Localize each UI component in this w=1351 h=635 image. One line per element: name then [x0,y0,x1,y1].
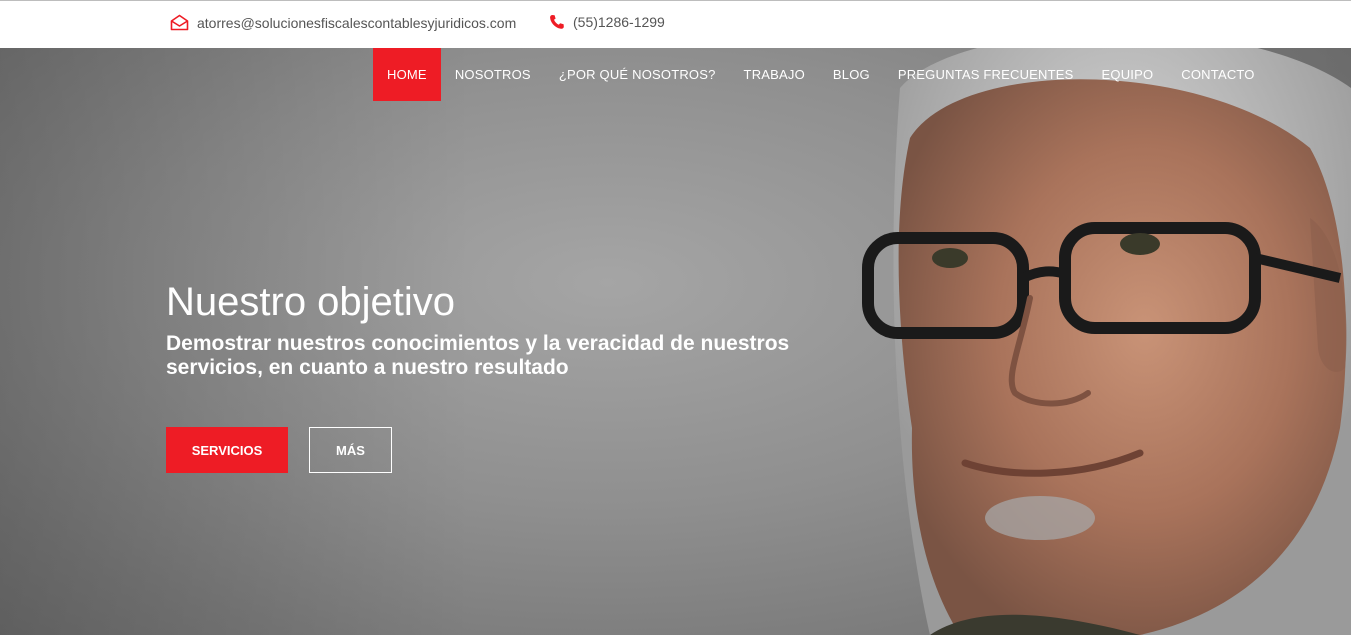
phone-icon [549,14,565,30]
nav-nosotros[interactable]: NOSOTROS [441,48,545,101]
nav-por-que-nosotros[interactable]: ¿POR QUÉ NOSOTROS? [545,48,730,101]
nav-equipo[interactable]: EQUIPO [1088,48,1168,101]
nav-home[interactable]: HOME [373,48,441,101]
hero-portrait-image [862,48,1351,635]
servicios-button[interactable]: SERVICIOS [166,427,288,473]
mas-button[interactable]: MÁS [309,427,392,473]
hero-subtitle: Demostrar nuestros conocimientos y la ve… [166,332,790,379]
hero-title: Nuestro objetivo [166,280,456,324]
nav-preguntas-frecuentes[interactable]: PREGUNTAS FRECUENTES [884,48,1088,101]
email-address[interactable]: atorres@solucionesfiscalescontablesyjuri… [197,15,516,31]
nav-blog[interactable]: BLOG [819,48,884,101]
main-navigation: HOME NOSOTROS ¿POR QUÉ NOSOTROS? TRABAJO… [373,48,1269,101]
email-contact[interactable]: atorres@solucionesfiscalescontablesyjuri… [170,14,516,31]
envelope-open-icon [170,14,189,31]
nav-contacto[interactable]: CONTACTO [1167,48,1268,101]
hero-banner: HOME NOSOTROS ¿POR QUÉ NOSOTROS? TRABAJO… [0,48,1351,635]
nav-trabajo[interactable]: TRABAJO [730,48,819,101]
top-contact-bar: atorres@solucionesfiscalescontablesyjuri… [0,0,1351,48]
phone-contact[interactable]: (55)1286-1299 [549,14,665,30]
phone-number[interactable]: (55)1286-1299 [573,14,665,30]
